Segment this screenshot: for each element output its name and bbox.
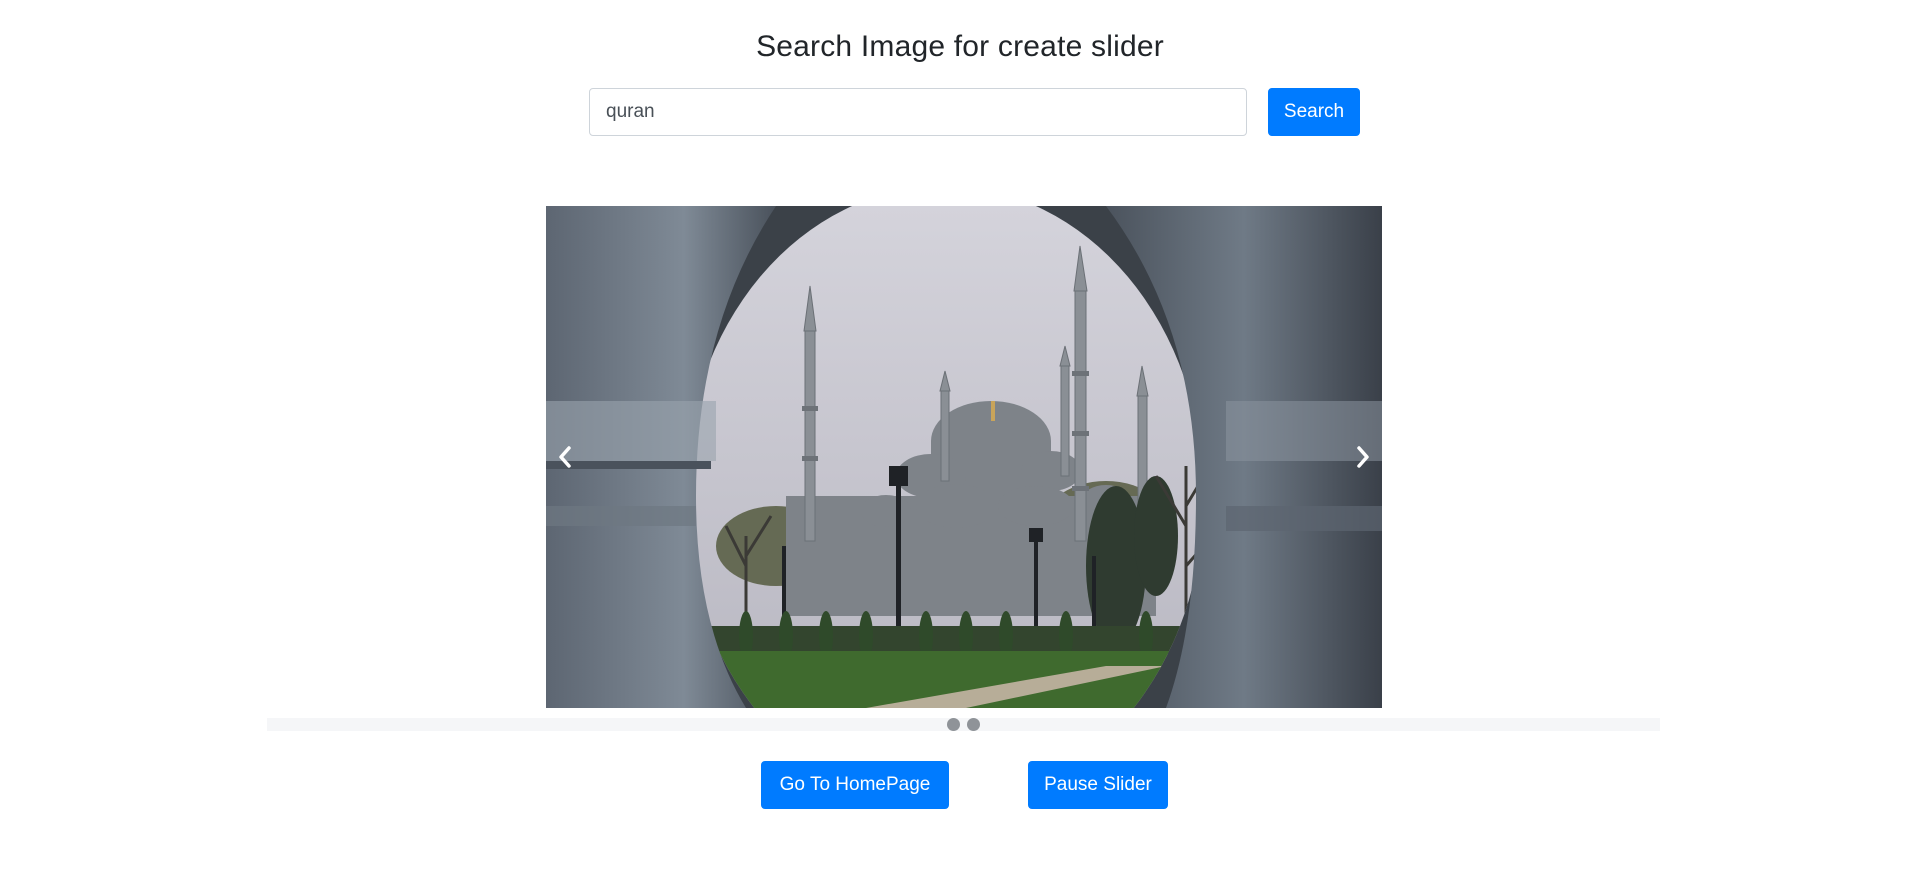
pause-slider-button[interactable]: Pause Slider [1028, 761, 1168, 809]
page-title: Search Image for create slider [756, 30, 1164, 63]
chevron-right-icon[interactable] [1350, 443, 1374, 471]
page: Search Image for create slider Search [0, 0, 1920, 871]
search-button[interactable]: Search [1268, 88, 1360, 136]
chevron-left-icon[interactable] [554, 443, 578, 471]
search-bar: Search [589, 88, 1360, 136]
slider-dot[interactable] [947, 718, 960, 731]
slider-dot[interactable] [967, 718, 980, 731]
slider-dots [947, 718, 980, 732]
search-input[interactable] [589, 88, 1247, 136]
go-to-homepage-button[interactable]: Go To HomePage [761, 761, 949, 809]
slider-image [546, 206, 1382, 708]
